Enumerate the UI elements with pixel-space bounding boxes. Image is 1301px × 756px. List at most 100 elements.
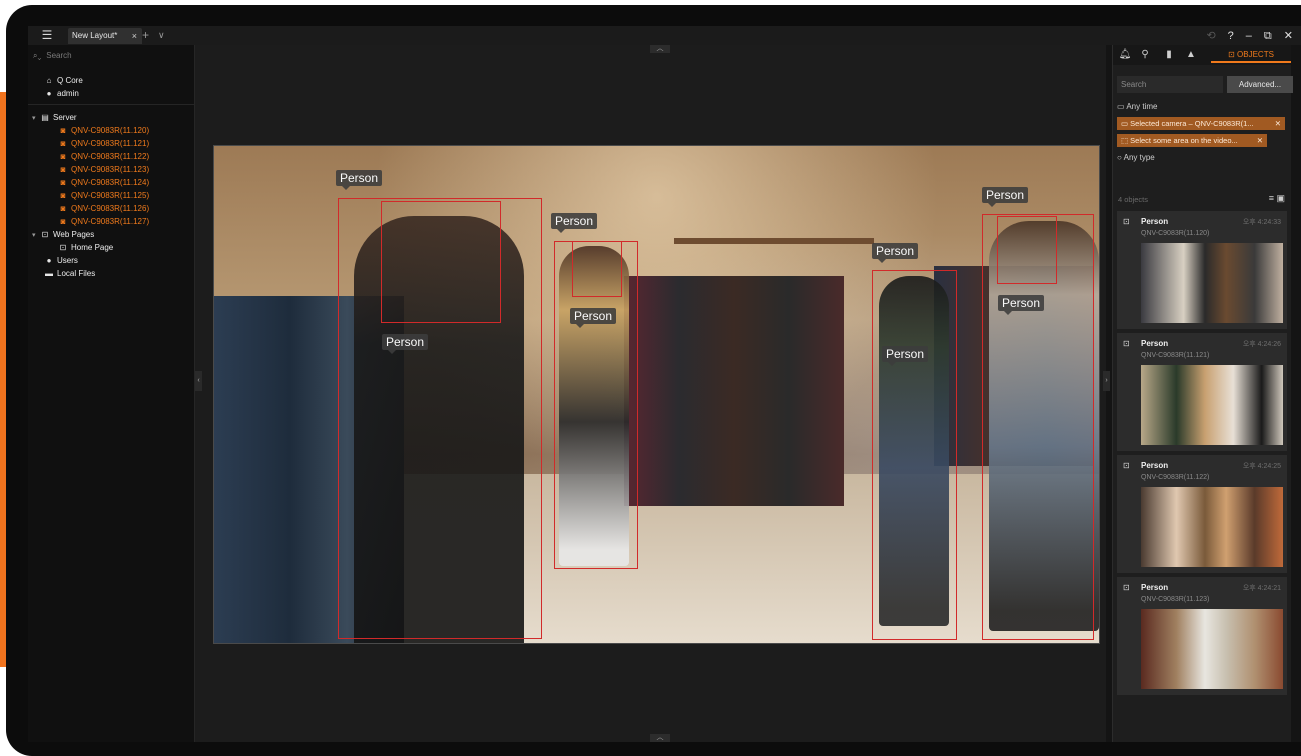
detection-box[interactable] [381,201,501,323]
tree-label: QNV-C9083R(11.125) [71,191,150,200]
tree-item-camera[interactable]: ◙ QNV-C9083R(11.127) [58,216,150,228]
camera-icon: ◙ [60,178,66,187]
detection-box[interactable] [872,270,957,640]
tab-close-icon[interactable]: × [132,28,137,44]
expand-icon[interactable]: ▾ [32,230,40,242]
motion-icon[interactable]: ⚲ [1137,47,1153,63]
tab-label: New Layout* [72,31,118,40]
close-button[interactable]: ✕ [1284,28,1293,44]
type-filter[interactable]: ○ Any type [1117,151,1155,164]
area-filter-chip[interactable]: ⬚ Select some area on the video... ✕ [1117,134,1267,147]
object-card[interactable]: ⊡ Person 오후 4:24:25 QNV-C9083R(11.122) [1117,455,1287,573]
tree-label: QNV-C9083R(11.127) [71,217,150,226]
list-view-icon[interactable]: ≡ [1269,193,1274,203]
help-button[interactable]: ? [1228,28,1234,44]
object-time: 오후 4:24:21 [1242,585,1281,592]
tree-item-local-files[interactable]: ▬ Local Files [44,268,95,280]
tree-item-server[interactable]: ▾ ▤ Server [32,112,77,124]
tree-search-placeholder: Search [46,51,72,60]
tree-item-user[interactable]: ● admin [44,88,79,100]
tree-item-camera[interactable]: ◙ QNV-C9083R(11.121) [58,138,150,150]
window-controls: ⟲ ? – ⧉ ✕ [1206,28,1293,44]
thumbnail-view-icon[interactable]: ▣ [1276,193,1285,203]
tree-item-camera[interactable]: ◙ QNV-C9083R(11.123) [58,164,150,176]
detection-box[interactable] [572,241,622,297]
object-thumbnail[interactable] [1141,487,1283,567]
camera-video-tile[interactable]: Person Person Person Person Person Perso… [213,145,1100,644]
expand-icon[interactable]: ▾ [32,113,40,125]
filter-label: Any type [1123,153,1155,162]
object-thumbnail[interactable] [1141,365,1283,445]
filter-label: Any time [1126,102,1158,111]
object-time: 오후 4:24:25 [1242,463,1281,470]
object-time: 오후 4:24:33 [1242,219,1281,226]
detection-label: Person [551,213,598,233]
object-camera: QNV-C9083R(11.122) [1141,474,1210,481]
tab-new-layout[interactable]: New Layout* × [68,28,142,44]
object-thumbnail[interactable] [1141,609,1283,689]
scene-shelf [674,238,874,244]
tree-label: Users [57,256,78,265]
camera-filter-chip[interactable]: ▭ Selected camera – QNV-C9083R(1... ✕ [1117,117,1285,130]
web-page-icon: ⊡ [59,243,67,252]
main-menu-icon[interactable]: ☰ [40,29,54,42]
detection-box[interactable] [997,216,1057,284]
tree-label: QNV-C9083R(11.126) [71,204,150,213]
object-card[interactable]: ⊡ Person 오후 4:24:26 QNV-C9083R(11.121) [1117,333,1287,451]
scene-clothes-rack [624,276,844,506]
minimize-button[interactable]: – [1246,28,1252,44]
tree-label: Web Pages [53,230,95,239]
object-thumbnail[interactable] [1141,243,1283,323]
tab-objects[interactable]: ⊡ OBJECTS [1211,47,1291,63]
tab-objects-label: OBJECTS [1237,50,1274,59]
chip-close-icon[interactable]: ✕ [1257,134,1263,147]
tree-item-system[interactable]: ⌂ Q Core [44,75,83,87]
advanced-button[interactable]: Advanced... [1227,76,1293,93]
collapse-timeline-top-icon[interactable]: ︿ [650,45,670,53]
tree-label: QNV-C9083R(11.122) [71,152,150,161]
detection-label: Person [872,243,919,263]
tree-item-camera[interactable]: ◙ QNV-C9083R(11.124) [58,177,150,189]
tree-label: QNV-C9083R(11.121) [71,139,150,148]
warning-icon[interactable]: ▲ [1183,47,1199,63]
tree-item-home-page[interactable]: ⊡ Home Page [58,242,114,254]
person-object-icon: ⊡ [1123,583,1130,592]
restore-button[interactable]: ⧉ [1264,28,1272,44]
time-filter[interactable]: ▭ Any time [1117,100,1157,113]
objects-search-input[interactable]: Search [1117,76,1223,93]
tree-label: Local Files [57,269,96,278]
collapse-left-panel-icon[interactable]: ‹ [195,371,202,391]
detection-label: Person [570,308,617,328]
divider [28,104,194,105]
tree-item-camera[interactable]: ◙ QNV-C9083R(11.120) [58,125,150,137]
detection-label: Person [882,346,929,366]
tree-search[interactable]: ⌕⌄ Search [33,49,72,63]
object-type: Person [1141,217,1169,226]
tree-item-camera[interactable]: ◙ QNV-C9083R(11.122) [58,151,150,163]
bookmark-icon[interactable]: ▮ [1161,47,1177,63]
camera-icon: ◙ [60,217,66,226]
objects-panel: 🔔︎ ⚲ ▮ ▲ ⊡ OBJECTS Search Advanced... ▭ … [1112,45,1293,742]
add-tab-button[interactable]: + [142,27,149,43]
collapse-right-panel-icon[interactable]: › [1103,371,1110,391]
object-camera: QNV-C9083R(11.123) [1141,596,1210,603]
tree-item-users[interactable]: ● Users [44,255,78,267]
collapse-timeline-bottom-icon[interactable]: ︿ [650,734,670,742]
object-card[interactable]: ⊡ Person 오후 4:24:21 QNV-C9083R(11.123) [1117,577,1287,695]
camera-icon: ◙ [60,126,66,135]
object-card[interactable]: ⊡ Person 오후 4:24:33 QNV-C9083R(11.120) [1117,211,1287,329]
tree-item-camera[interactable]: ◙ QNV-C9083R(11.125) [58,190,150,202]
tabs-dropdown-icon[interactable]: ∨ [158,27,165,43]
user-icon: ● [46,89,52,98]
area-select-icon: ⬚ [1121,136,1131,145]
chip-label: Selected camera – QNV-C9083R(1... [1130,119,1254,128]
sync-icon[interactable]: ⟲ [1206,28,1215,44]
person-object-icon: ⊡ [1123,461,1130,470]
tree-label: admin [57,89,79,98]
chip-close-icon[interactable]: ✕ [1275,117,1281,130]
camera-icon: ◙ [60,191,66,200]
notifications-bell-icon[interactable]: 🔔︎ [1117,47,1133,63]
tree-item-web-pages[interactable]: ▾ ⊡ Web Pages [32,229,94,241]
tree-item-camera[interactable]: ◙ QNV-C9083R(11.126) [58,203,150,215]
tree-label: QNV-C9083R(11.120) [71,126,150,135]
